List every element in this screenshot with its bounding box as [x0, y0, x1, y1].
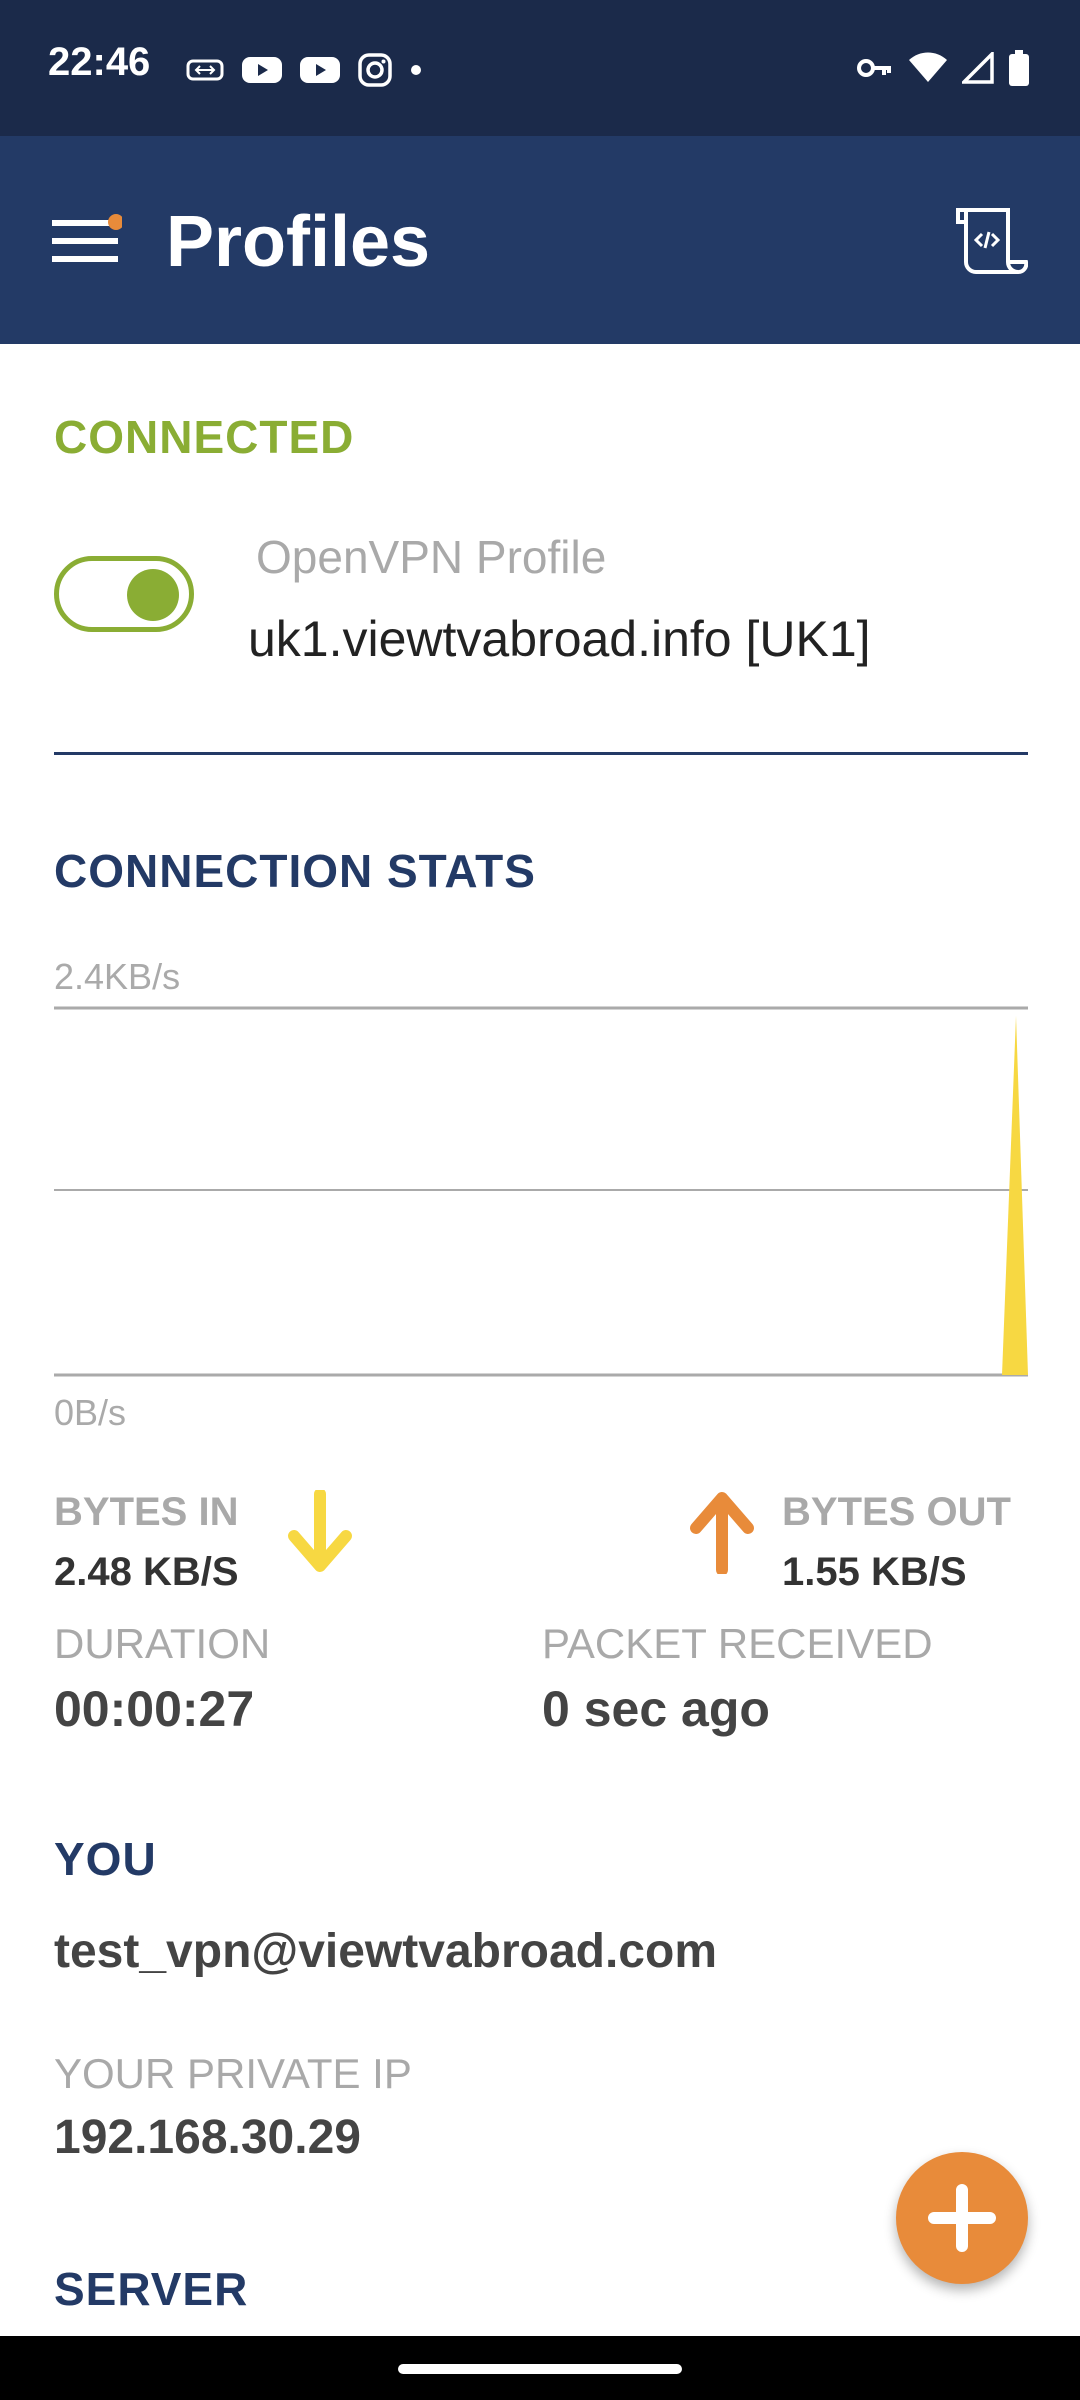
bytes-out-label: BYTES OUT [782, 1490, 1011, 1534]
status-icons-left [186, 50, 422, 90]
instagram-icon [358, 53, 392, 87]
private-ip-label: YOUR PRIVATE IP [54, 2050, 412, 2097]
profile-name[interactable]: uk1.viewtvabroad.info [UK1] [248, 610, 871, 668]
connection-status: CONNECTED [54, 411, 355, 463]
toggle-knob [127, 569, 179, 621]
upload-arrow-icon [690, 1492, 754, 1574]
home-gesture-handle[interactable] [398, 2364, 682, 2374]
signal-icon [962, 52, 994, 84]
download-arrow-icon [288, 1490, 352, 1572]
bytes-in-value: 2.48 KB/S [54, 1550, 239, 1594]
bytes-out-value: 1.55 KB/S [782, 1550, 967, 1594]
packet-received-label: PACKET RECEIVED [542, 1620, 933, 1667]
menu-icon[interactable] [52, 214, 122, 270]
bytes-in-label: BYTES IN [54, 1490, 239, 1534]
chart-min-label: 0B/s [54, 1392, 127, 1433]
divider [54, 752, 1028, 755]
status-icons-right [856, 48, 1030, 88]
page-title: Profiles [166, 202, 431, 282]
youtube-icon [242, 57, 282, 83]
dot-icon [411, 65, 421, 75]
battery-icon [1009, 50, 1029, 86]
log-icon[interactable] [954, 206, 1028, 276]
server-title: SERVER [54, 2263, 249, 2315]
traffic-chart [54, 1006, 1028, 1377]
connection-stats-title: CONNECTION STATS [54, 845, 536, 897]
connection-toggle[interactable] [54, 556, 194, 632]
you-title: YOU [54, 1833, 157, 1885]
youtube-icon [300, 57, 340, 83]
status-time: 22:46 [48, 40, 151, 84]
private-ip-value: 192.168.30.29 [54, 2111, 361, 2164]
duration-label: DURATION [54, 1620, 271, 1667]
key-icon [857, 59, 891, 77]
wifi-icon [909, 52, 947, 82]
app-bar [0, 136, 1080, 344]
profile-type[interactable]: OpenVPN Profile [256, 530, 606, 584]
user-email: test_vpn@viewtvabroad.com [54, 1925, 717, 1978]
plus-icon [928, 2184, 996, 2252]
add-profile-button[interactable] [896, 2152, 1028, 2284]
traffic-spike [1002, 1016, 1028, 1375]
vpn-badge-icon [186, 59, 224, 81]
duration-value: 00:00:27 [54, 1681, 255, 1737]
packet-received-value: 0 sec ago [542, 1681, 770, 1737]
